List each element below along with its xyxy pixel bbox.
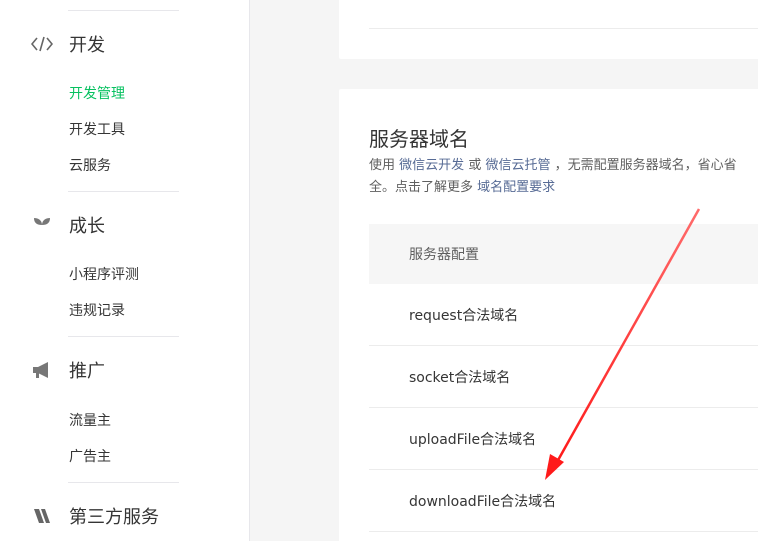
third-party-icon (30, 504, 54, 528)
desc-text: 使用 (369, 158, 396, 173)
sidebar-item-advertiser[interactable]: 广告主 (69, 447, 111, 467)
cloud-dev-link[interactable]: 微信云开发 (399, 158, 464, 173)
sidebar: 开发 开发管理 开发工具 云服务 成长 小程序评测 违规记录 推广 流量主 广告… (0, 0, 250, 541)
sidebar-section-label: 开发 (69, 35, 105, 56)
sidebar-divider (68, 10, 179, 11)
row-label: socket合法域名 (409, 369, 511, 386)
sidebar-divider (68, 482, 179, 483)
sidebar-section-growth[interactable]: 成长 (30, 213, 105, 237)
sidebar-item-dev-manage[interactable]: 开发管理 (69, 84, 125, 104)
sidebar-item-dev-tools[interactable]: 开发工具 (69, 120, 125, 140)
card-divider (369, 28, 758, 29)
desc-text: 全。点击了解更多 (369, 180, 474, 195)
app-window: 开发 开发管理 开发工具 云服务 成长 小程序评测 违规记录 推广 流量主 广告… (0, 0, 758, 541)
sidebar-item-traffic-owner[interactable]: 流量主 (69, 411, 111, 431)
table-row: socket合法域名 (369, 346, 758, 408)
server-domain-card: 服务器域名 使用 微信云开发 或 微信云托管 ，无需配置服务器域名，省心省 全。… (339, 89, 758, 541)
row-label: downloadFile合法域名 (409, 493, 557, 510)
desc-text: 或 (468, 158, 482, 173)
sprout-icon (30, 213, 54, 237)
sidebar-section-third-party[interactable]: 第三方服务 (30, 504, 159, 528)
code-icon (30, 32, 54, 56)
megaphone-icon (30, 358, 54, 382)
section-description-line2: 全。点击了解更多 域名配置要求 (369, 177, 555, 199)
sidebar-item-cloud-service[interactable]: 云服务 (69, 156, 111, 176)
section-description: 使用 微信云开发 或 微信云托管 ，无需配置服务器域名，省心省 (369, 155, 758, 177)
sidebar-section-label: 成长 (69, 216, 105, 237)
section-title: 服务器域名 (369, 127, 469, 151)
domain-requirements-link[interactable]: 域名配置要求 (477, 180, 555, 195)
sidebar-divider (68, 191, 179, 192)
table-header-label: 服务器配置 (409, 247, 479, 263)
sidebar-section-dev[interactable]: 开发 (30, 32, 105, 56)
sidebar-section-label: 推广 (69, 361, 105, 382)
sidebar-divider (68, 336, 179, 337)
desc-text: ，无需配置服务器域名，省心省 (554, 158, 737, 173)
sidebar-item-violations[interactable]: 违规记录 (69, 301, 125, 321)
previous-card (339, 0, 758, 59)
sidebar-section-promotion[interactable]: 推广 (30, 358, 105, 382)
table-row: uploadFile合法域名 (369, 408, 758, 470)
cloud-hosting-link[interactable]: 微信云托管 (485, 158, 550, 173)
row-label: uploadFile合法域名 (409, 431, 537, 448)
row-label: request合法域名 (409, 307, 519, 324)
table-header: 服务器配置 (369, 224, 758, 284)
table-row: request合法域名 (369, 284, 758, 346)
table-row: downloadFile合法域名 (369, 470, 758, 532)
sidebar-item-evaluation[interactable]: 小程序评测 (69, 265, 139, 285)
sidebar-section-label: 第三方服务 (69, 507, 159, 528)
